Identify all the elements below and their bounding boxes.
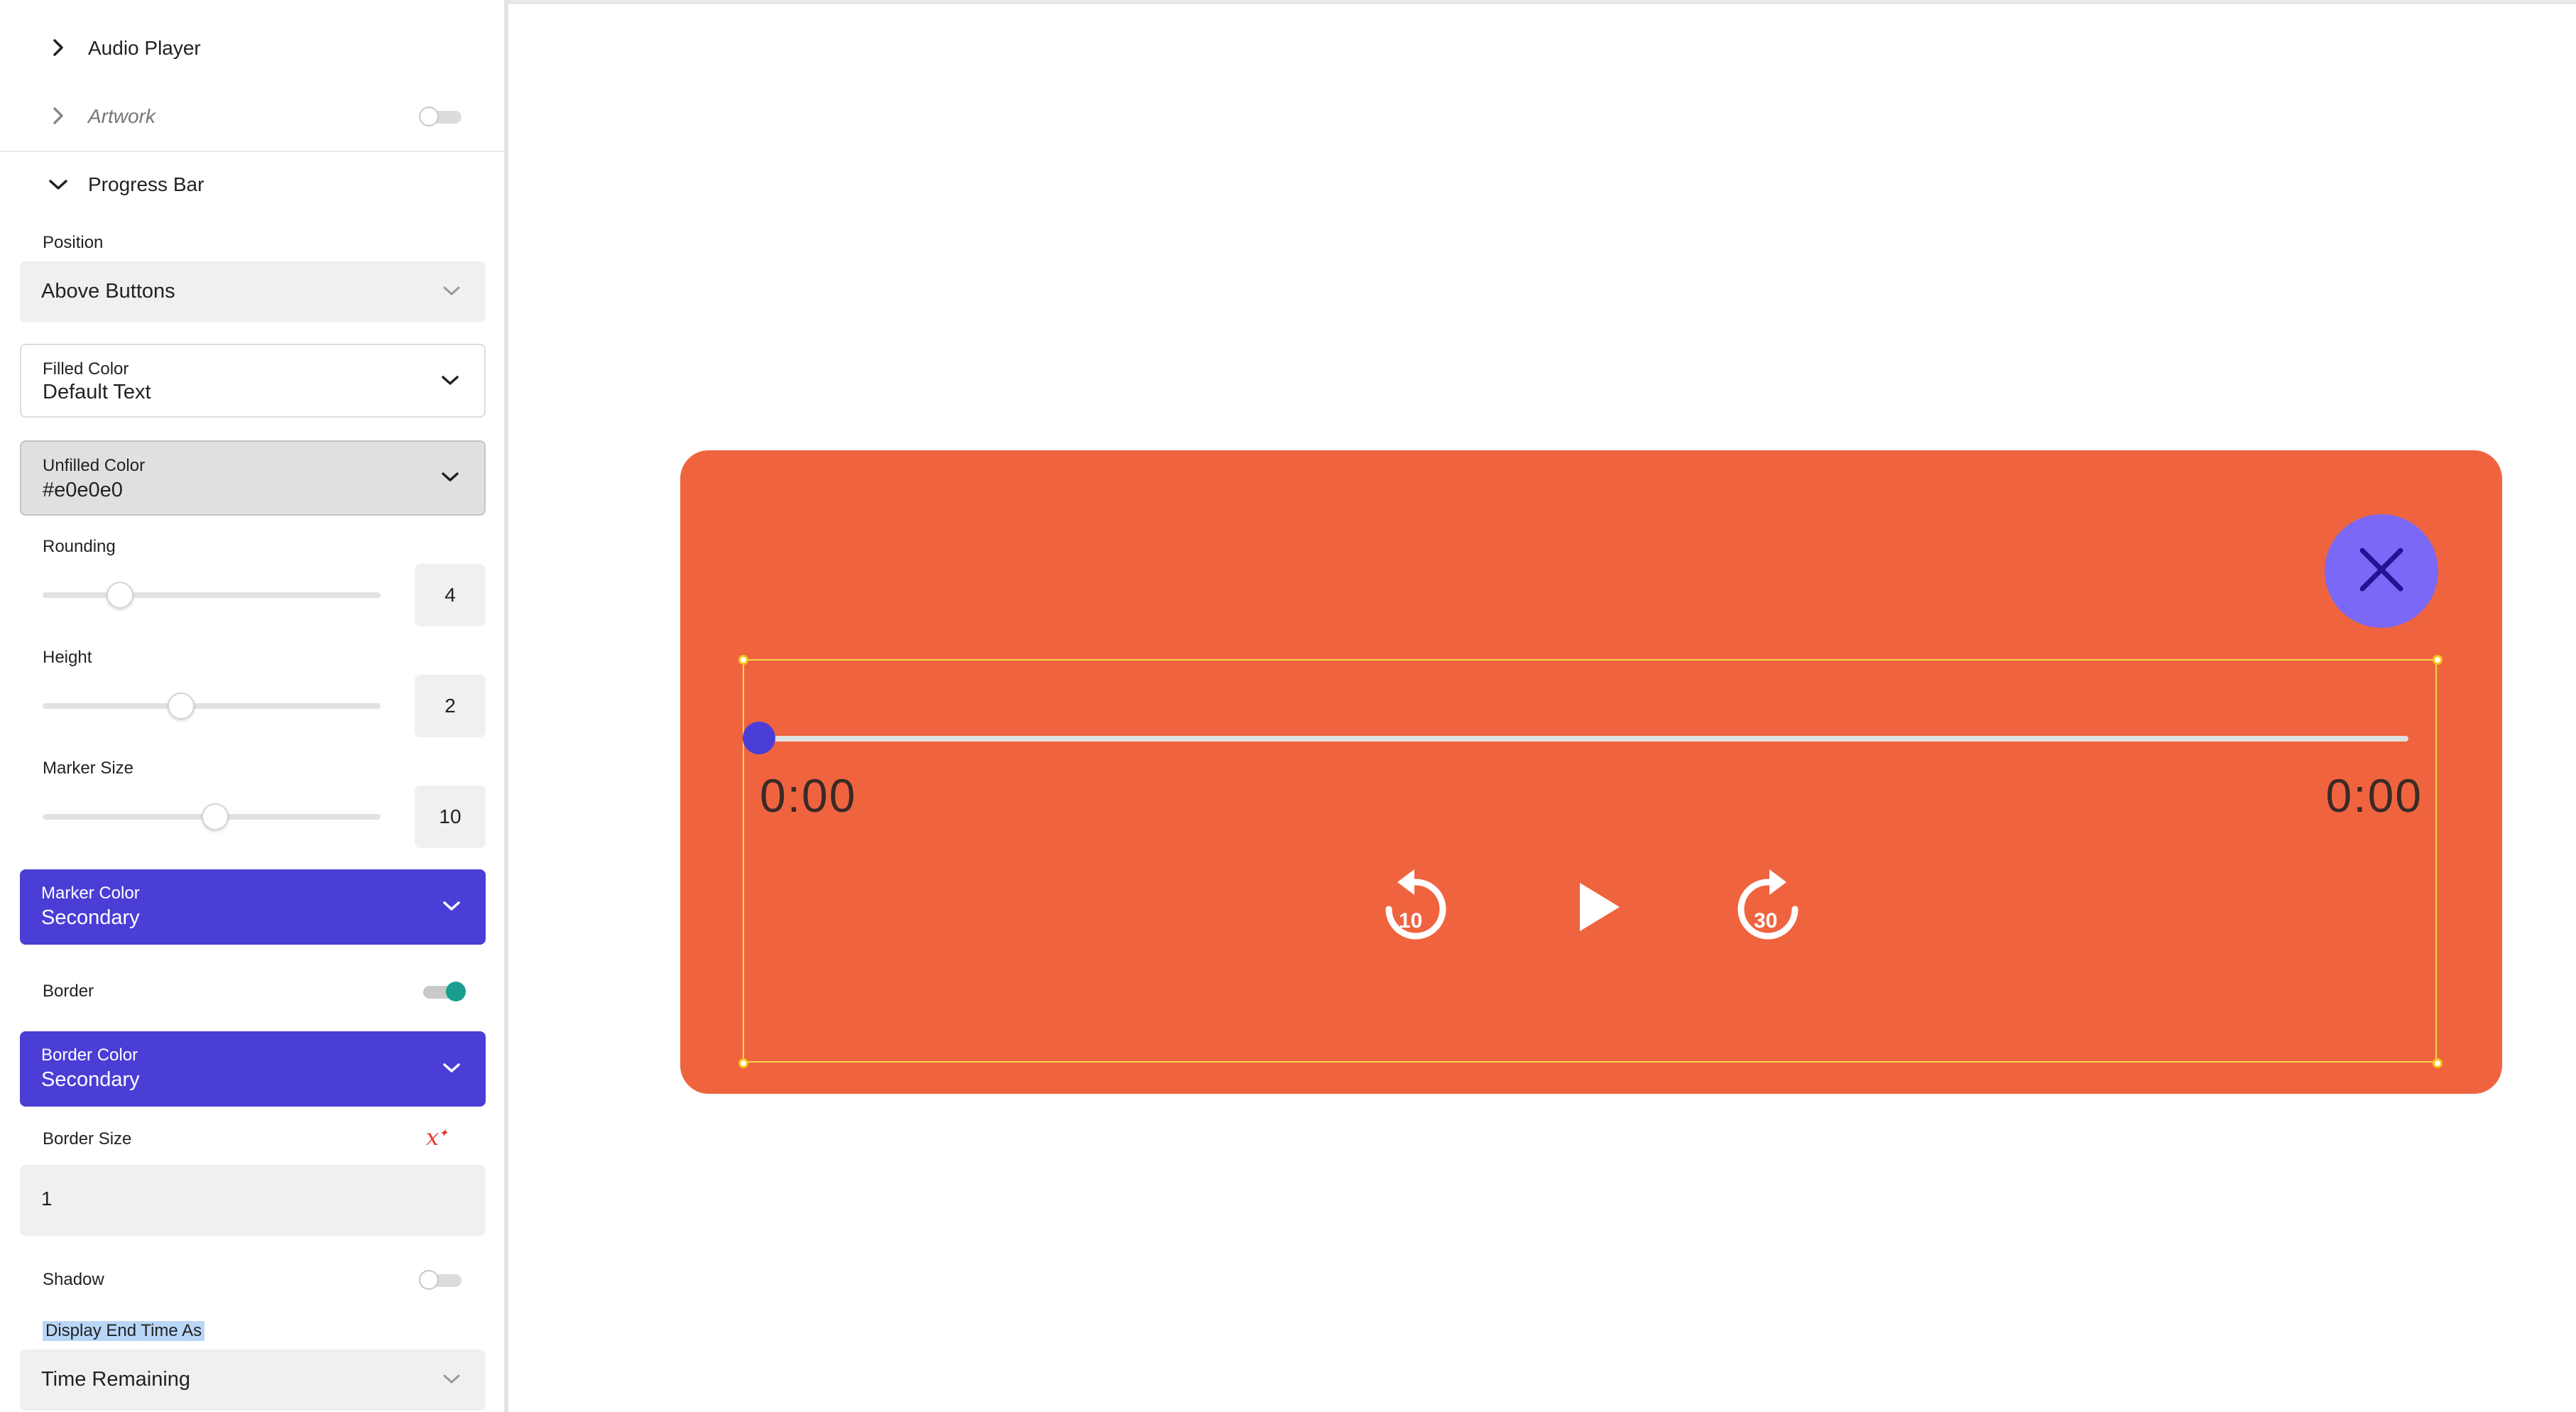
section-audio-player[interactable]: Audio Player <box>0 26 504 71</box>
field-value: #e0e0e0 <box>43 479 123 501</box>
shadow-label: Shadow <box>43 1270 104 1289</box>
marker-size-input[interactable]: 10 <box>415 786 486 848</box>
formula-icon-letter: x <box>426 1124 440 1151</box>
toggle-knob <box>419 107 439 126</box>
rewind-button[interactable]: 10 <box>1379 868 1450 946</box>
forward-icon <box>1734 867 1805 948</box>
progress-marker[interactable] <box>743 722 775 754</box>
selection-outline <box>743 659 2437 1063</box>
display-end-time-select[interactable]: Time Remaining <box>20 1349 486 1411</box>
input-value: 1 <box>41 1188 53 1210</box>
chevron-right-icon <box>51 107 65 125</box>
border-toggle[interactable] <box>423 982 466 1001</box>
slider-thumb[interactable] <box>107 582 134 609</box>
border-label: Border <box>43 982 94 1001</box>
position-select[interactable]: Above Buttons <box>20 261 486 322</box>
play-icon <box>1574 879 1624 939</box>
chevron-down-icon <box>442 1372 462 1390</box>
slider-thumb[interactable] <box>201 803 229 830</box>
audio-player-preview[interactable]: 0:00 0:00 10 30 <box>680 450 2502 1094</box>
section-title: Progress Bar <box>88 173 204 195</box>
chevron-down-icon <box>440 470 460 488</box>
field-label: Filled Color <box>43 359 129 379</box>
border-size-label: Border Size <box>43 1129 132 1148</box>
toggle-knob <box>419 1270 439 1290</box>
chevron-down-icon <box>442 1061 462 1079</box>
chevron-down-icon <box>442 284 462 302</box>
chevron-down-icon <box>440 374 460 391</box>
rounding-label: Rounding <box>43 537 116 556</box>
progress-track[interactable] <box>758 736 2408 742</box>
close-icon <box>2357 545 2406 598</box>
resize-handle-top-left[interactable] <box>738 655 748 665</box>
height-label: Height <box>43 648 92 667</box>
marker-size-label: Marker Size <box>43 759 134 778</box>
border-size-input[interactable]: 1 <box>20 1165 486 1236</box>
select-value: Time Remaining <box>41 1368 191 1391</box>
properties-sidebar: Audio Player Artwork Progress Bar Positi… <box>0 0 508 1412</box>
border-color-select[interactable]: Border Color Secondary <box>20 1031 486 1107</box>
filled-color-select[interactable]: Filled Color Default Text <box>20 344 486 418</box>
height-slider[interactable] <box>43 693 381 719</box>
artwork-toggle[interactable] <box>419 107 462 126</box>
slider-thumb[interactable] <box>168 693 195 719</box>
formula-icon[interactable]: x✦ <box>426 1124 448 1151</box>
close-button[interactable] <box>2325 514 2438 628</box>
end-time: 0:00 <box>2325 769 2423 822</box>
unfilled-color-select[interactable]: Unfilled Color #e0e0e0 <box>20 440 486 516</box>
field-label: Marker Color <box>41 884 140 903</box>
current-time: 0:00 <box>760 769 857 822</box>
rounding-input[interactable]: 4 <box>415 564 486 626</box>
section-title: Artwork <box>88 105 155 127</box>
field-label: Unfilled Color <box>43 456 146 475</box>
formula-icon-sparkle: ✦ <box>439 1126 449 1140</box>
display-end-time-label: Display End Time As <box>43 1321 205 1341</box>
forward-seconds: 30 <box>1754 909 1778 933</box>
resize-handle-bottom-right[interactable] <box>2433 1058 2443 1068</box>
chevron-down-icon <box>442 899 462 917</box>
field-value: Secondary <box>41 906 140 929</box>
marker-size-slider[interactable] <box>43 803 381 830</box>
toggle-knob <box>446 982 466 1001</box>
chevron-down-icon <box>48 178 68 192</box>
chevron-right-icon <box>51 38 65 57</box>
rewind-icon <box>1379 867 1450 948</box>
resize-handle-bottom-left[interactable] <box>738 1058 748 1068</box>
shadow-toggle[interactable] <box>419 1270 462 1290</box>
height-input[interactable]: 2 <box>415 675 486 737</box>
play-button[interactable] <box>1571 876 1627 940</box>
section-title: Audio Player <box>88 37 201 59</box>
rewind-seconds: 10 <box>1399 909 1423 933</box>
field-label: Border Color <box>41 1046 138 1065</box>
section-progress-bar[interactable]: Progress Bar <box>0 162 504 207</box>
select-value: Above Buttons <box>41 280 175 303</box>
field-value: Default Text <box>43 381 151 403</box>
resize-handle-top-right[interactable] <box>2433 655 2443 665</box>
divider <box>0 151 504 152</box>
rounding-slider[interactable] <box>43 582 381 609</box>
marker-color-select[interactable]: Marker Color Secondary <box>20 869 486 945</box>
forward-button[interactable]: 30 <box>1734 868 1805 946</box>
position-label: Position <box>43 233 104 252</box>
field-value: Secondary <box>41 1068 140 1091</box>
